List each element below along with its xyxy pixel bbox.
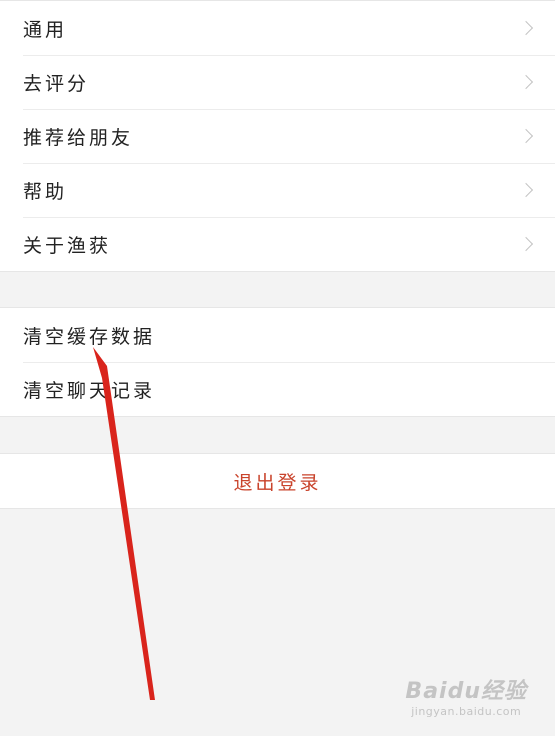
settings-item-label: 清空聊天记录: [23, 379, 156, 402]
settings-group-logout: 退出登录: [0, 453, 555, 509]
settings-item-about[interactable]: 关于渔获: [0, 217, 555, 271]
settings-item-clear-chat[interactable]: 清空聊天记录: [0, 362, 555, 416]
chevron-right-icon: [518, 128, 534, 144]
settings-item-general[interactable]: 通用: [0, 1, 555, 55]
settings-item-label: 通用: [23, 18, 68, 41]
chevron-right-icon: [518, 74, 534, 90]
chevron-right-icon: [518, 182, 534, 198]
watermark-brand: Baidu经验: [405, 679, 527, 704]
settings-page: 通用 去评分 推荐给朋友 帮助 关于渔获 清空缓存数据 清空聊天记录 退出登录: [0, 0, 555, 736]
settings-item-help[interactable]: 帮助: [0, 163, 555, 217]
settings-item-label: 清空缓存数据: [23, 325, 156, 348]
settings-group-general: 通用 去评分 推荐给朋友 帮助 关于渔获: [0, 0, 555, 272]
settings-item-label: 关于渔获: [23, 234, 112, 257]
settings-item-rate[interactable]: 去评分: [0, 55, 555, 109]
settings-item-clear-cache[interactable]: 清空缓存数据: [0, 308, 555, 362]
baidu-jingyan-watermark: Baidu经验 jingyan.baidu.com: [405, 673, 527, 718]
chevron-right-icon: [518, 20, 534, 36]
settings-item-label: 帮助: [23, 180, 68, 203]
logout-button[interactable]: 退出登录: [0, 454, 555, 508]
settings-group-clear: 清空缓存数据 清空聊天记录: [0, 307, 555, 417]
settings-item-recommend[interactable]: 推荐给朋友: [0, 109, 555, 163]
settings-item-label: 推荐给朋友: [23, 126, 134, 149]
settings-item-label: 去评分: [23, 72, 90, 95]
chevron-right-icon: [518, 236, 534, 252]
logout-label: 退出登录: [233, 471, 322, 494]
watermark-url: jingyan.baidu.com: [411, 705, 522, 718]
